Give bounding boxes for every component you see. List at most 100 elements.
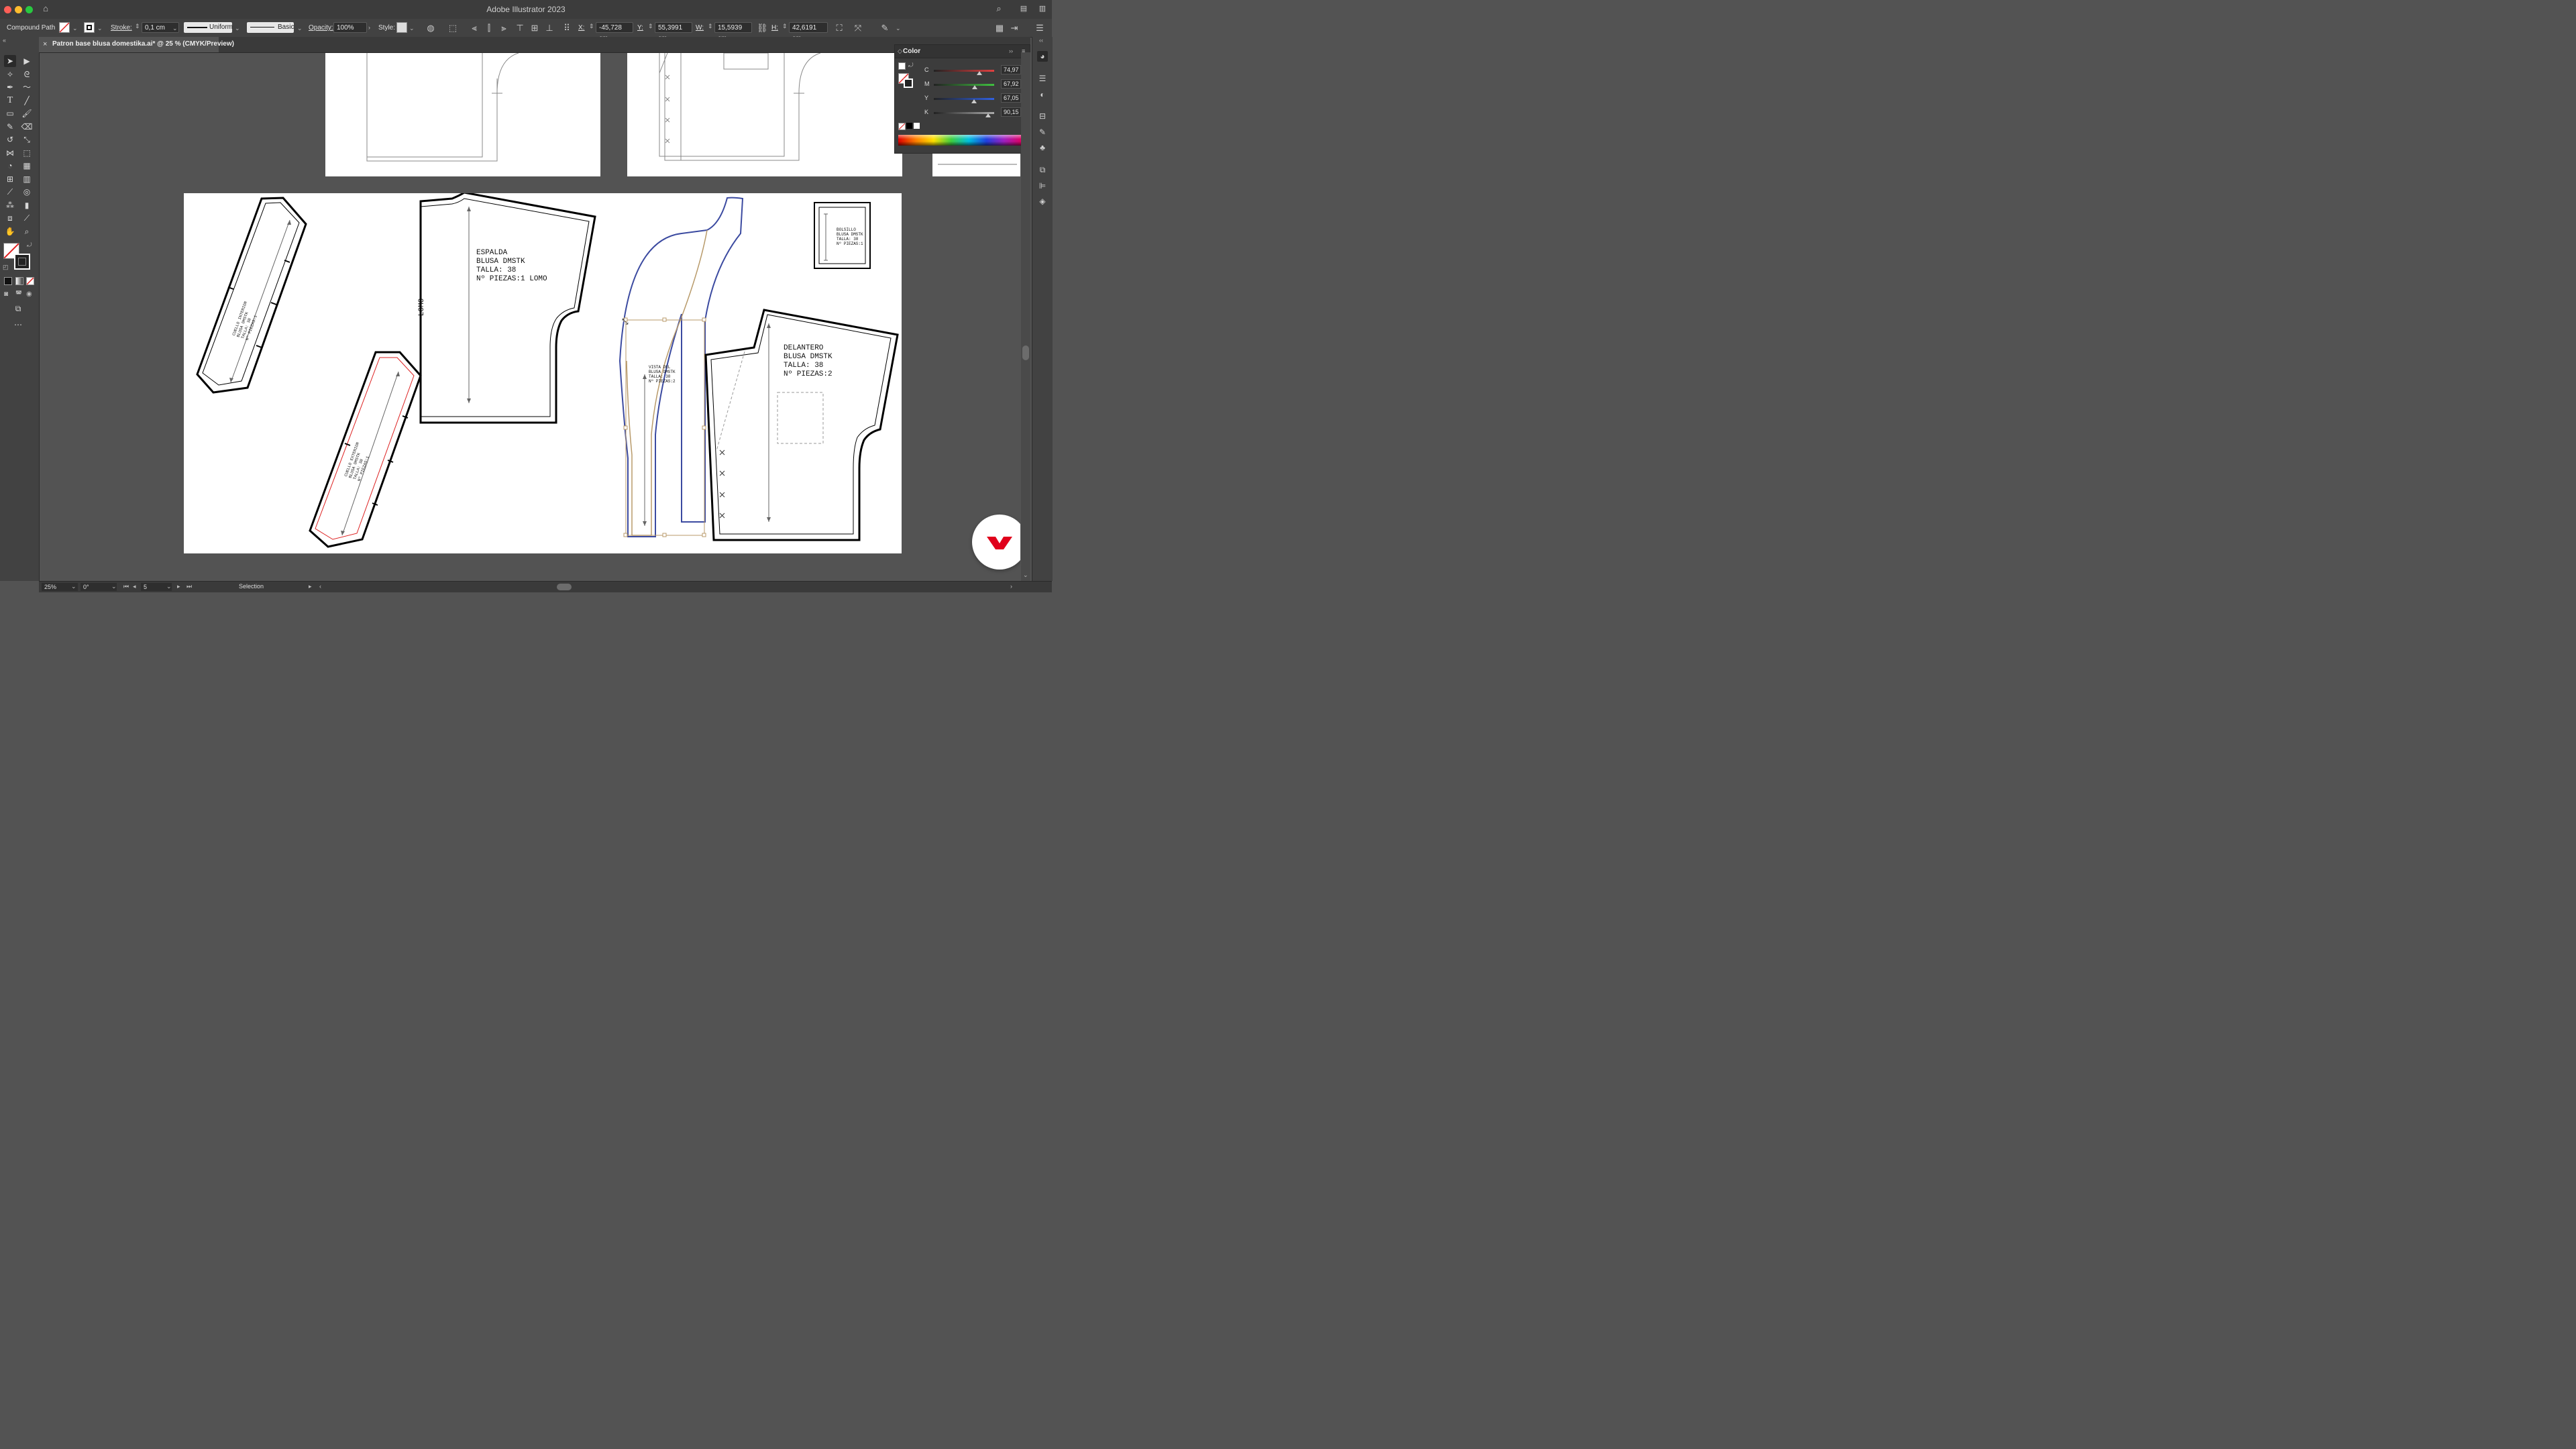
slider-knob[interactable] [985, 113, 991, 117]
swap-fill-stroke-icon[interactable]: ⤾ [27, 241, 32, 249]
artboard-main[interactable]: CUELLO INTERIOR BLUSA DMSTK TALLA: 38 Nº PI… [184, 193, 902, 553]
yellow-slider[interactable] [934, 98, 994, 103]
symbol-sprayer-tool-icon[interactable]: ⁂ [4, 199, 16, 211]
opacity-input[interactable]: 100% [333, 22, 367, 33]
black-swatch[interactable] [906, 123, 912, 129]
panel-stroke-swatch[interactable] [904, 78, 913, 88]
constrain-proportions-icon[interactable]: ⛓ [757, 23, 768, 33]
default-fill-stroke-icon[interactable]: ◰ [3, 264, 9, 271]
selection-tool-icon[interactable]: ➤ [4, 55, 16, 67]
zoom-tool-icon[interactable]: ⌕ [21, 225, 33, 237]
line-tool-icon[interactable]: ╱ [21, 95, 33, 107]
brush-dropdown-icon[interactable]: ⌄ [297, 25, 303, 32]
close-document-icon[interactable]: × [43, 40, 47, 48]
libraries-panel-icon[interactable]: ⊟ [1037, 111, 1048, 121]
x-input[interactable]: -45,728 cm [596, 22, 633, 42]
panel-toggle-icon[interactable]: ▥ [1037, 4, 1048, 13]
collapse-toolbar-icon[interactable]: « [3, 37, 6, 44]
recolor-artwork-icon[interactable]: ◍ [426, 23, 435, 33]
fill-swatch[interactable] [59, 22, 70, 33]
shape-builder-tool-icon[interactable]: ◔ [4, 160, 16, 172]
slider-knob[interactable] [972, 85, 978, 89]
artboard-tool-icon[interactable]: ⧈ [4, 212, 16, 224]
panel-menu-icon[interactable]: ⇥ [1010, 23, 1019, 33]
align-panel-icon[interactable]: ⊫ [1037, 180, 1048, 191]
previous-artboard-icon[interactable]: ◂ [133, 583, 136, 590]
search-icon[interactable]: ⌕ [994, 4, 1004, 13]
blend-tool-icon[interactable]: ◎ [21, 186, 33, 198]
collapse-panel-icon[interactable]: ›› [1009, 48, 1013, 54]
align-top-icon[interactable]: ⊤ [515, 23, 525, 33]
document-tab[interactable]: × Patron base blusa domestika.ai* @ 25 %… [39, 37, 234, 52]
white-swatch[interactable] [914, 123, 920, 129]
stroke-swatch[interactable] [84, 22, 95, 33]
align-vertical-center-icon[interactable]: ⊞ [530, 23, 539, 33]
gradient-tool-icon[interactable]: ▥ [21, 173, 33, 185]
stroke-label[interactable]: Stroke: [111, 24, 132, 32]
type-tool-icon[interactable]: T [4, 95, 16, 107]
eyedropper-tool-icon[interactable]: ⟋ [4, 186, 16, 198]
properties-panel-icon[interactable]: ☰ [1037, 73, 1048, 84]
draw-normal-icon[interactable]: ◙ [4, 290, 8, 298]
yellow-input[interactable]: 67,05 [1001, 93, 1021, 103]
stroke-stepper-icon[interactable]: ⇕ [135, 23, 140, 30]
black-slider[interactable] [934, 112, 994, 117]
cyan-input[interactable]: 74,97 [1001, 65, 1021, 74]
profile-dropdown-icon[interactable]: ⌄ [235, 25, 240, 32]
color-panel-icon[interactable]: ◕ [1037, 51, 1048, 62]
status-menu-icon[interactable]: ▸ [309, 583, 312, 590]
more-options-dropdown-icon[interactable]: ⌄ [896, 25, 901, 32]
width-tool-icon[interactable]: ⋈ [4, 147, 16, 159]
align-right-icon[interactable]: ⫸ [499, 23, 508, 33]
opacity-arrow-icon[interactable]: › [368, 24, 370, 31]
layers-panel-icon[interactable]: ◈ [1037, 196, 1048, 207]
slice-tool-icon[interactable]: ⟋ [21, 212, 33, 224]
transform-icon[interactable]: ⛶ [835, 23, 844, 33]
stroke-weight-dropdown-icon[interactable]: ⌄ [172, 25, 178, 32]
variable-width-profile[interactable]: Uniform [184, 22, 233, 33]
scroll-down-icon[interactable]: ⌄ [1023, 572, 1028, 579]
edit-toolbar-icon[interactable]: ⋯ [12, 319, 24, 331]
slider-knob[interactable] [976, 71, 982, 75]
workspace-icon[interactable]: ▤ [1018, 4, 1029, 13]
magenta-input[interactable]: 67,92 [1001, 79, 1021, 89]
isolate-icon[interactable]: ⤧ [853, 23, 863, 33]
direct-selection-tool-icon[interactable]: ▶ [21, 55, 33, 67]
black-input[interactable]: 90,15 [1001, 107, 1021, 117]
w-stepper-icon[interactable]: ⇕ [708, 23, 713, 30]
none-mode-icon[interactable] [26, 277, 34, 285]
h-input[interactable]: 42,6191 cm [789, 22, 828, 42]
scroll-right-icon[interactable]: › [1010, 583, 1012, 590]
column-graph-tool-icon[interactable]: ▮ [21, 199, 33, 211]
color-mode-icon[interactable] [4, 277, 12, 285]
artboard-dropdown-icon[interactable]: ⌄ [166, 583, 172, 590]
arrange-documents-icon[interactable]: ▦ [995, 23, 1004, 33]
vertical-scroll-thumb[interactable] [1022, 345, 1029, 360]
zoom-dropdown-icon[interactable]: ⌄ [71, 583, 76, 590]
canvas[interactable]: CUELLO INTERIOR BLUSA DMSTK TALLA: 38 Nº PI… [40, 53, 1020, 581]
control-bar-menu-icon[interactable]: ☰ [1035, 23, 1044, 33]
vertical-scrollbar[interactable]: ⌄ [1021, 52, 1030, 581]
curvature-tool-icon[interactable]: 〜 [21, 81, 33, 93]
transform-panel-icon[interactable]: ⧉ [1037, 164, 1048, 175]
brush-definition[interactable]: Basic [247, 22, 294, 33]
align-bottom-icon[interactable]: ⊥ [545, 23, 554, 33]
magenta-slider[interactable] [934, 84, 994, 89]
h-stepper-icon[interactable]: ⇕ [782, 23, 788, 30]
brushes-panel-icon[interactable]: ✎ [1037, 127, 1048, 138]
style-dropdown-icon[interactable]: ⌄ [409, 25, 415, 32]
stroke-dropdown-icon[interactable]: ⌄ [97, 25, 103, 32]
slider-knob[interactable] [971, 99, 977, 103]
expand-dock-icon[interactable]: ‹‹ [1039, 37, 1043, 44]
perspective-grid-tool-icon[interactable]: ▦ [21, 160, 33, 172]
swatches-panel-icon[interactable]: ◐ [1037, 89, 1048, 100]
cyan-slider[interactable] [934, 70, 994, 75]
scroll-left-icon[interactable]: ‹ [319, 583, 321, 590]
mesh-tool-icon[interactable]: ⊞ [4, 173, 16, 185]
align-horizontal-center-icon[interactable]: ⫿ [484, 23, 494, 33]
transform-reference-icon[interactable]: ⠿ [562, 23, 572, 33]
align-to-icon[interactable]: ⬚ [448, 23, 458, 33]
graphic-style-swatch[interactable] [396, 22, 407, 33]
rotate-tool-icon[interactable]: ↺ [4, 133, 16, 146]
horizontal-scroll-thumb[interactable] [557, 584, 572, 590]
